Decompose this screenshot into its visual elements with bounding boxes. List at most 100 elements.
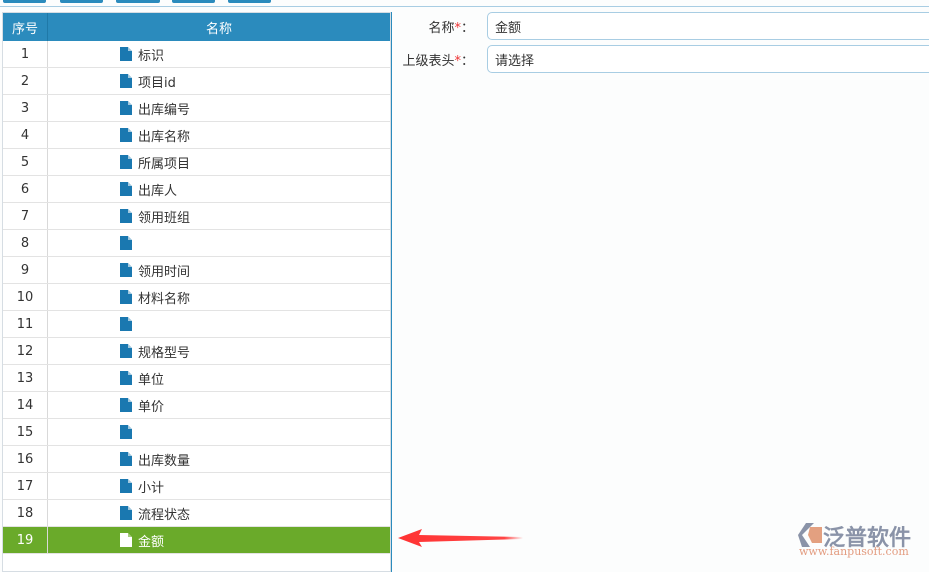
file-icon xyxy=(120,371,132,385)
file-icon xyxy=(120,263,132,277)
divider xyxy=(0,6,929,7)
splitter[interactable] xyxy=(391,12,392,572)
row-index: 5 xyxy=(3,149,48,175)
row-name-cell[interactable]: 流程状态 xyxy=(48,500,390,526)
table-row[interactable]: 2 项目id xyxy=(3,68,390,95)
file-icon xyxy=(120,74,132,88)
table-row[interactable]: 17 小计 xyxy=(3,473,390,500)
file-icon xyxy=(120,155,132,169)
file-icon xyxy=(120,344,132,358)
table-row[interactable]: 18 流程状态 xyxy=(3,500,390,527)
row-index: 19 xyxy=(3,527,48,553)
row-index: 9 xyxy=(3,257,48,283)
row-name-cell[interactable]: 单位 xyxy=(48,365,390,391)
row-index: 1 xyxy=(3,41,48,67)
file-icon xyxy=(120,479,132,493)
row-name-cell[interactable]: 出库名称 xyxy=(48,122,390,148)
row-name: 小计 xyxy=(138,480,165,496)
row-name-cell[interactable]: 领用时间 xyxy=(48,257,390,283)
row-index: 4 xyxy=(3,122,48,148)
red-arrow-annotation xyxy=(398,529,523,547)
table-row[interactable]: 11 xyxy=(3,311,390,338)
row-index: 10 xyxy=(3,284,48,310)
table-row[interactable]: 10 材料名称 xyxy=(3,284,390,311)
row-name-cell[interactable]: 出库数量 xyxy=(48,446,390,472)
table-row[interactable]: 8 xyxy=(3,230,390,257)
parent-header-label: 上级表头*： xyxy=(402,54,474,69)
row-name-cell[interactable] xyxy=(48,311,390,337)
file-icon xyxy=(120,47,132,61)
logo-mark-icon xyxy=(798,523,822,547)
table-row[interactable]: 14 单价 xyxy=(3,392,390,419)
column-header-index[interactable]: 序号 xyxy=(3,13,48,41)
table-header: 序号 名称 xyxy=(3,13,390,41)
toolbar-button[interactable] xyxy=(172,0,215,3)
row-name: 出库数量 xyxy=(138,453,191,469)
row-name: 出库编号 xyxy=(138,102,191,118)
toolbar-button[interactable] xyxy=(3,0,46,3)
row-name-cell[interactable]: 出库编号 xyxy=(48,95,390,121)
row-name-cell[interactable] xyxy=(48,230,390,256)
table-row[interactable]: 13 单位 xyxy=(3,365,390,392)
row-index: 11 xyxy=(3,311,48,337)
row-name: 领用时间 xyxy=(138,264,191,280)
file-icon xyxy=(120,182,132,196)
row-name-cell[interactable]: 所属项目 xyxy=(48,149,390,175)
table-row[interactable]: 12 规格型号 xyxy=(3,338,390,365)
row-name-cell[interactable] xyxy=(48,419,390,445)
row-name: 流程状态 xyxy=(138,507,191,523)
row-name: 材料名称 xyxy=(138,291,191,307)
file-icon xyxy=(120,317,132,331)
row-index: 12 xyxy=(3,338,48,364)
row-name-cell[interactable]: 标识 xyxy=(48,41,390,67)
row-name: 金额 xyxy=(138,534,165,550)
table-row[interactable]: 15 xyxy=(3,419,390,446)
column-header-name[interactable]: 名称 xyxy=(48,13,390,41)
row-index: 7 xyxy=(3,203,48,229)
row-index: 8 xyxy=(3,230,48,256)
toolbar-button[interactable] xyxy=(228,0,271,3)
name-input[interactable]: 金额 xyxy=(487,12,929,40)
file-icon xyxy=(120,425,132,439)
row-name-cell[interactable]: 领用班组 xyxy=(48,203,390,229)
row-name: 领用班组 xyxy=(138,210,191,226)
file-icon xyxy=(120,236,132,250)
toolbar-button[interactable] xyxy=(60,0,103,3)
field-tree-table: 序号 名称 1 标识 2 项目id 3 出库编号 4 出库名称 5 所属项目 6 出库人 7… xyxy=(2,12,391,572)
file-icon xyxy=(120,290,132,304)
table-row[interactable]: 7 领用班组 xyxy=(3,203,390,230)
row-index: 3 xyxy=(3,95,48,121)
row-name: 所属项目 xyxy=(138,156,191,172)
table-row[interactable]: 4 出库名称 xyxy=(3,122,390,149)
table-row[interactable]: 9 领用时间 xyxy=(3,257,390,284)
row-index: 18 xyxy=(3,500,48,526)
row-name-cell[interactable]: 金额 xyxy=(48,527,390,553)
row-name-cell[interactable]: 小计 xyxy=(48,473,390,499)
row-name: 规格型号 xyxy=(138,345,191,361)
row-index: 17 xyxy=(3,473,48,499)
row-name: 标识 xyxy=(138,48,165,64)
row-name-cell[interactable]: 规格型号 xyxy=(48,338,390,364)
toolbar-button[interactable] xyxy=(116,0,160,3)
row-name-cell[interactable]: 项目id xyxy=(48,68,390,94)
row-index: 14 xyxy=(3,392,48,418)
row-name: 出库名称 xyxy=(138,129,191,145)
name-label: 名称*： xyxy=(428,21,474,36)
row-name-cell[interactable]: 材料名称 xyxy=(48,284,390,310)
file-icon xyxy=(120,128,132,142)
file-icon xyxy=(120,452,132,466)
row-index: 15 xyxy=(3,419,48,445)
table-row[interactable]: 19 金额 xyxy=(3,527,390,554)
table-row[interactable]: 3 出库编号 xyxy=(3,95,390,122)
row-index: 16 xyxy=(3,446,48,472)
file-icon xyxy=(120,398,132,412)
parent-header-select[interactable]: 请选择 xyxy=(487,45,929,73)
table-row[interactable]: 1 标识 xyxy=(3,41,390,68)
file-icon xyxy=(120,101,132,115)
table-row[interactable]: 6 出库人 xyxy=(3,176,390,203)
row-index: 6 xyxy=(3,176,48,202)
table-row[interactable]: 16 出库数量 xyxy=(3,446,390,473)
row-name-cell[interactable]: 出库人 xyxy=(48,176,390,202)
table-row[interactable]: 5 所属项目 xyxy=(3,149,390,176)
row-name-cell[interactable]: 单价 xyxy=(48,392,390,418)
